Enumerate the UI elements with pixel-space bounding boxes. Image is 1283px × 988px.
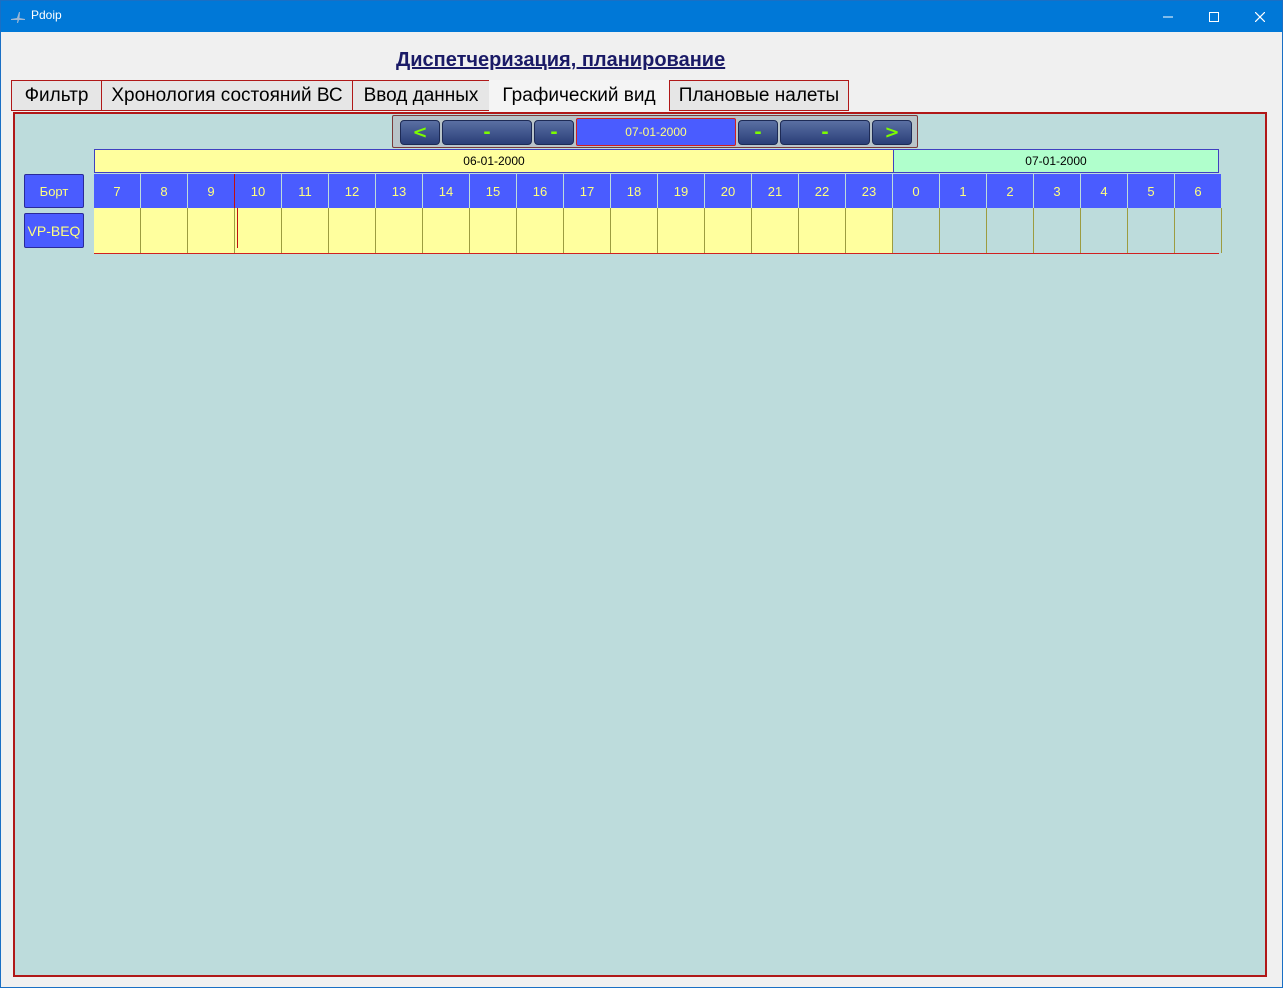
tab-data-entry[interactable]: Ввод данных — [352, 80, 489, 111]
timeline-slot[interactable] — [658, 208, 705, 253]
timeline-slot[interactable] — [564, 208, 611, 253]
tab-bar: Фильтр Хронология состояний ВС Ввод данн… — [11, 80, 849, 112]
hour-cell[interactable]: 17 — [564, 174, 610, 208]
tab-planned-flights[interactable]: Плановые налеты — [669, 80, 849, 111]
tab-filter[interactable]: Фильтр — [11, 80, 101, 111]
window-title: Pdoip — [31, 8, 62, 22]
hour-cell[interactable]: 14 — [423, 174, 469, 208]
next-button[interactable]: > — [872, 120, 912, 145]
page-title[interactable]: Диспетчеризация, планирование — [396, 49, 725, 72]
timeline-slot[interactable] — [94, 208, 141, 253]
date-navigator: < - - 07-01-2000 - - > — [392, 115, 918, 148]
timeline-slot[interactable] — [235, 208, 282, 253]
step-back-large-button[interactable]: - — [442, 120, 532, 145]
timeline-slot[interactable] — [1128, 208, 1175, 253]
timeline-slot[interactable] — [141, 208, 188, 253]
hour-cell[interactable]: 15 — [470, 174, 516, 208]
hour-cell[interactable]: 16 — [517, 174, 563, 208]
hour-cell[interactable]: 1 — [940, 174, 986, 208]
airplane-icon — [10, 9, 26, 23]
timeline-slot[interactable] — [1034, 208, 1081, 253]
current-time-marker — [237, 208, 238, 248]
hour-cell[interactable]: 7 — [94, 174, 140, 208]
close-button[interactable] — [1237, 1, 1283, 32]
hour-cell[interactable]: 8 — [141, 174, 187, 208]
timeline-slot[interactable] — [423, 208, 470, 253]
aircraft-timeline-row[interactable] — [94, 208, 1222, 254]
timeline-slot[interactable] — [376, 208, 423, 253]
hour-cell[interactable]: 10 — [235, 174, 281, 208]
timeline-slot[interactable] — [752, 208, 799, 253]
step-back-button[interactable]: - — [534, 120, 574, 145]
timeline-slot[interactable] — [1081, 208, 1128, 253]
hour-cell[interactable]: 9 — [188, 174, 234, 208]
hour-cell[interactable]: 20 — [705, 174, 751, 208]
tab-chronology[interactable]: Хронология состояний ВС — [101, 80, 352, 111]
hour-cell[interactable]: 11 — [282, 174, 328, 208]
current-date-field[interactable]: 07-01-2000 — [576, 118, 736, 146]
timeline-slot[interactable] — [282, 208, 329, 253]
title-bar[interactable]: Pdoip — [1, 1, 1282, 32]
timeline-slot[interactable] — [1175, 208, 1222, 253]
timeline-slot[interactable] — [611, 208, 658, 253]
step-forward-large-button[interactable]: - — [780, 120, 870, 145]
column-header-board[interactable]: Борт — [24, 174, 84, 208]
tab-graphic-view[interactable]: Графический вид — [489, 80, 669, 112]
hour-cell[interactable]: 2 — [987, 174, 1033, 208]
day-header-1: 06-01-2000 — [94, 149, 894, 173]
maximize-button[interactable] — [1191, 1, 1237, 32]
hour-cell[interactable]: 3 — [1034, 174, 1080, 208]
timeline-slot[interactable] — [329, 208, 376, 253]
hour-cell[interactable]: 5 — [1128, 174, 1174, 208]
timeline-slot[interactable] — [517, 208, 564, 253]
timeline-slot[interactable] — [940, 208, 987, 253]
current-time-marker-header — [234, 174, 235, 208]
hour-cell[interactable]: 0 — [893, 174, 939, 208]
hour-cell[interactable]: 18 — [611, 174, 657, 208]
hour-cell[interactable]: 12 — [329, 174, 375, 208]
prev-button[interactable]: < — [400, 120, 440, 145]
hour-cell[interactable]: 19 — [658, 174, 704, 208]
hour-cell[interactable]: 23 — [846, 174, 892, 208]
timeline-slot[interactable] — [470, 208, 517, 253]
aircraft-row-button[interactable]: VP-BEQ — [24, 213, 84, 248]
timeline-slot[interactable] — [705, 208, 752, 253]
timeline-slot[interactable] — [987, 208, 1034, 253]
timeline-slot[interactable] — [188, 208, 235, 253]
hour-cell[interactable]: 22 — [799, 174, 845, 208]
timeline-slot[interactable] — [846, 208, 893, 253]
day-header-2: 07-01-2000 — [893, 149, 1219, 173]
step-forward-button[interactable]: - — [738, 120, 778, 145]
timeline-slot[interactable] — [799, 208, 846, 253]
hour-cell[interactable]: 4 — [1081, 174, 1127, 208]
hour-cell[interactable]: 21 — [752, 174, 798, 208]
minimize-button[interactable] — [1145, 1, 1191, 32]
hour-cell[interactable]: 6 — [1175, 174, 1221, 208]
hour-cell[interactable]: 13 — [376, 174, 422, 208]
timeline-slot[interactable] — [893, 208, 940, 253]
